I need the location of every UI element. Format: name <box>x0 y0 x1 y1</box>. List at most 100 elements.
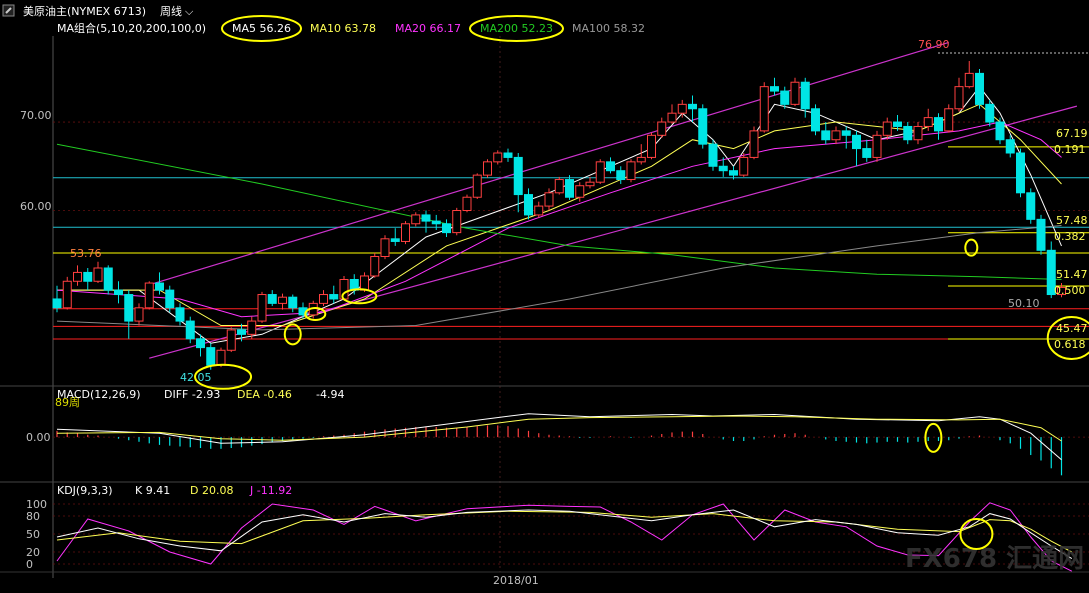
candle-down <box>513 156 523 196</box>
macd-zero-tick: 0.00 <box>26 431 51 444</box>
high-label: 76.90 <box>918 38 950 51</box>
candle-down <box>985 103 995 123</box>
title-bar: 美原油主(NYMEX 6713) 周线 ⌵ <box>2 4 194 18</box>
kdj-j-label: J -11.92 <box>249 484 292 497</box>
macd-label[interactable]: MACD(12,26,9) <box>57 388 141 401</box>
candle-up <box>554 179 564 194</box>
time-axis-label: 2018/01 <box>493 574 539 587</box>
candle-up <box>493 152 503 163</box>
candle-up <box>667 112 677 123</box>
macd-dea-label: DEA -0.46 <box>237 388 292 401</box>
candle-up <box>636 156 646 163</box>
candle-down <box>708 143 718 167</box>
ma10-label: MA10 63.78 <box>310 22 376 35</box>
candle-down <box>841 130 851 136</box>
candle-down <box>83 271 93 282</box>
price-tick-60: 60.00 <box>20 200 52 213</box>
candle-up <box>62 280 72 309</box>
candle-down <box>288 296 298 309</box>
candle-up <box>790 81 800 105</box>
candle-down <box>821 130 831 141</box>
candle-down <box>267 294 277 304</box>
ma-group-label[interactable]: MA组合(5,10,20,200,100,0) <box>57 21 206 35</box>
candle-down <box>995 121 1005 141</box>
candle-up <box>411 214 421 225</box>
candle-down <box>390 238 400 242</box>
kdj-tick-label: 50 <box>26 528 40 541</box>
candle-down <box>1026 192 1036 220</box>
candle-down <box>196 338 205 349</box>
fib-price-label: 57.48 <box>1056 214 1088 227</box>
candle-down <box>606 161 615 172</box>
candle-down <box>903 125 913 141</box>
candle-up <box>657 121 667 136</box>
ma5-label: MA5 56.26 <box>232 22 291 35</box>
candle-down <box>124 294 134 322</box>
candle-down <box>329 294 339 300</box>
kdj-k-label: K 9.41 <box>135 484 170 497</box>
candle-up <box>913 125 923 141</box>
candle-up <box>278 296 287 304</box>
candle-down <box>503 152 513 158</box>
fib-ratio-label: 0.191 <box>1054 143 1086 156</box>
last-low-label: 50.10 <box>1008 297 1040 310</box>
candle-down <box>688 103 697 110</box>
candle-up <box>483 161 492 176</box>
macd-diff-label: DIFF -2.93 <box>164 388 220 401</box>
ma200-label: MA200 52.23 <box>480 22 553 35</box>
candle-down <box>421 214 431 222</box>
settings-icon[interactable] <box>2 4 15 17</box>
macd-value-label: -4.94 <box>316 388 344 401</box>
candle-up <box>585 181 595 187</box>
candle-up <box>677 103 687 114</box>
candle-down <box>442 223 451 234</box>
earlier-high-label: 53.76 <box>70 247 102 260</box>
fib-ratio-label: 0.382 <box>1054 230 1086 243</box>
kdj-label[interactable]: KDJ(9,3,3) <box>57 484 113 497</box>
candle-down <box>175 307 185 322</box>
candle-up <box>401 223 410 242</box>
chevron-down-icon[interactable]: ⌵ <box>185 5 194 18</box>
ma20-label: MA20 66.17 <box>395 22 461 35</box>
candle-up <box>339 279 349 300</box>
candle-down <box>185 320 195 340</box>
fib-price-label: 51.47 <box>1056 268 1088 281</box>
candle-down <box>524 194 533 216</box>
candle-down <box>811 108 820 132</box>
candle-up <box>647 134 656 158</box>
candle-down <box>780 90 790 105</box>
kdj-tick-label: 0 <box>26 558 33 571</box>
fib-ratio-label: 0.500 <box>1054 284 1086 297</box>
candle-down <box>616 170 626 181</box>
candle-up <box>257 294 267 322</box>
candle-up <box>247 320 257 335</box>
fib-price-label: 67.19 <box>1056 127 1088 140</box>
candle-up <box>626 161 636 181</box>
candle-down <box>1016 152 1025 194</box>
candle-up <box>944 108 954 132</box>
candle-up <box>739 156 749 176</box>
candle-up <box>144 282 154 309</box>
instrument-title: 美原油主(NYMEX 6713) <box>23 4 146 18</box>
candle-up <box>226 329 236 351</box>
candle-down <box>934 117 943 132</box>
candle-up <box>462 196 472 212</box>
fib-price-label: 45.47 <box>1056 322 1088 335</box>
candle-up <box>923 117 933 127</box>
candle-down <box>698 108 708 145</box>
period-selector[interactable]: 周线 <box>160 4 182 18</box>
candle-down <box>114 289 123 296</box>
candle-up <box>954 86 964 110</box>
candle-down <box>770 86 779 92</box>
candle-down <box>862 148 872 158</box>
candle-down <box>975 72 984 105</box>
candle-down <box>431 220 441 225</box>
candle-up <box>370 256 380 277</box>
candle-down <box>155 282 164 291</box>
candle-down <box>1005 139 1015 154</box>
candle-up <box>380 238 390 258</box>
candle-down <box>718 165 728 172</box>
candle-up <box>472 174 482 198</box>
candle-up <box>759 86 769 132</box>
kdj-tick-label: 80 <box>26 510 40 523</box>
